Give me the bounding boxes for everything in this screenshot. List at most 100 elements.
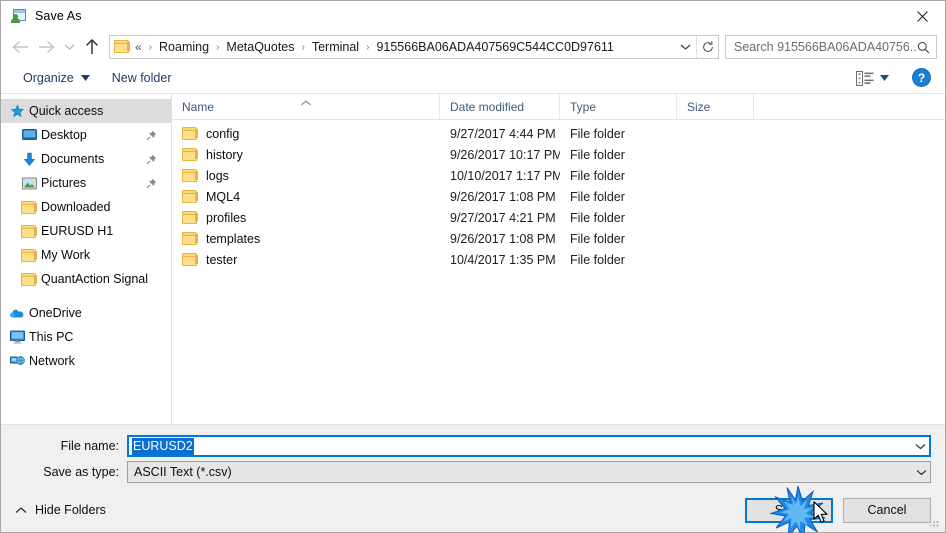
sidebar-item-label: Downloaded xyxy=(41,200,111,214)
table-row[interactable]: profiles 9/27/2017 4:21 PM File folder xyxy=(172,207,945,228)
breadcrumb-overflow[interactable]: « xyxy=(134,40,145,54)
breadcrumb-item-terminal[interactable]: Terminal xyxy=(309,40,362,54)
file-name-label: File name: xyxy=(60,439,119,453)
hide-folders-button[interactable]: Hide Folders xyxy=(11,499,110,521)
save-as-type-select[interactable]: ASCII Text (*.csv) xyxy=(127,461,931,483)
column-header-name[interactable]: Name xyxy=(172,94,440,120)
save-as-type-dropdown-button[interactable] xyxy=(913,462,930,482)
file-name-input[interactable]: EURUSD2 xyxy=(127,435,931,457)
folder-icon xyxy=(182,190,198,203)
star-pin-icon xyxy=(9,103,25,119)
column-header-type[interactable]: Type xyxy=(560,94,677,120)
file-type: File folder xyxy=(570,168,625,183)
save-as-app-icon xyxy=(11,8,27,24)
pictures-icon xyxy=(21,175,37,191)
breadcrumb-separator: › xyxy=(301,41,305,53)
sidebar-item-network[interactable]: Network xyxy=(1,349,171,373)
cancel-button[interactable]: Cancel xyxy=(843,497,931,523)
search-icon xyxy=(918,41,930,53)
sidebar-item-label: OneDrive xyxy=(29,306,82,320)
file-type: File folder xyxy=(570,126,625,141)
command-bar-right: ? xyxy=(852,66,945,90)
search-box[interactable]: Search 915566BA06ADA40756... xyxy=(725,35,937,59)
chevron-up-icon xyxy=(15,503,27,517)
up-button[interactable] xyxy=(79,34,105,60)
pin-icon xyxy=(146,130,157,141)
file-name: tester xyxy=(206,252,238,267)
sidebar-item-quantaction-signal[interactable]: QuantAction Signal xyxy=(1,267,171,291)
chevron-down-icon xyxy=(64,44,74,50)
new-folder-button[interactable]: New folder xyxy=(104,66,180,90)
table-row[interactable]: config 9/27/2017 4:44 PM File folder xyxy=(172,123,945,144)
folder-icon xyxy=(21,199,37,215)
refresh-button[interactable] xyxy=(696,36,718,58)
column-header-row: Name Date modified Type Size xyxy=(172,94,945,120)
help-glyph: ? xyxy=(918,71,925,85)
file-name: history xyxy=(206,147,243,162)
sidebar-item-pictures[interactable]: Pictures xyxy=(1,171,171,195)
sidebar-item-label: Network xyxy=(29,354,75,368)
sidebar-item-this-pc[interactable]: This PC xyxy=(1,325,171,349)
breadcrumb-item-metaquotes[interactable]: MetaQuotes xyxy=(223,40,297,54)
column-header-size[interactable]: Size xyxy=(677,94,754,120)
sidebar-item-downloaded[interactable]: Downloaded xyxy=(1,195,171,219)
table-row[interactable]: history 9/26/2017 10:17 PM File folder xyxy=(172,144,945,165)
table-row[interactable]: tester 10/4/2017 1:35 PM File folder xyxy=(172,249,945,270)
file-name-cell: tester xyxy=(172,253,440,267)
column-label: Type xyxy=(570,100,597,114)
sidebar-item-onedrive[interactable]: OneDrive xyxy=(1,301,171,325)
file-name: logs xyxy=(206,168,229,183)
file-date: 9/26/2017 10:17 PM xyxy=(450,147,560,162)
sidebar-item-my-work[interactable]: My Work xyxy=(1,243,171,267)
search-input[interactable]: Search 915566BA06ADA40756... xyxy=(734,40,917,54)
sidebar-item-desktop[interactable]: Desktop xyxy=(1,123,171,147)
save-as-type-row: Save as type: ASCII Text (*.csv) xyxy=(1,461,931,483)
breadcrumb-separator: › xyxy=(216,41,220,53)
sidebar-item-quick-access[interactable]: Quick access xyxy=(1,99,171,123)
file-name-dropdown-button[interactable] xyxy=(912,437,929,455)
hide-folders-label: Hide Folders xyxy=(35,503,106,517)
folder-icon xyxy=(182,148,198,161)
address-dropdown-button[interactable] xyxy=(674,36,696,58)
sidebar-item-documents[interactable]: Documents xyxy=(1,147,171,171)
change-view-button[interactable] xyxy=(852,66,893,90)
forward-button[interactable] xyxy=(33,34,59,60)
folder-icon xyxy=(21,223,37,239)
back-button[interactable] xyxy=(7,34,33,60)
table-row[interactable]: templates 9/26/2017 1:08 PM File folder xyxy=(172,228,945,249)
organize-button[interactable]: Organize xyxy=(15,66,98,90)
file-type: File folder xyxy=(570,252,625,267)
sidebar-item-label: EURUSD H1 xyxy=(41,224,114,238)
sidebar-item-eurusd-h1[interactable]: EURUSD H1 xyxy=(1,219,171,243)
sidebar-item-label: This PC xyxy=(29,330,74,344)
save-form: File name: EURUSD2 Save as type: ASCII T… xyxy=(1,424,945,488)
help-button[interactable]: ? xyxy=(911,67,933,89)
arrow-left-icon xyxy=(11,40,28,54)
breadcrumb-item-roaming[interactable]: Roaming xyxy=(156,40,212,54)
resize-grip-icon[interactable] xyxy=(928,516,941,529)
table-row[interactable]: logs 10/10/2017 1:17 PM File folder xyxy=(172,165,945,186)
column-label: Size xyxy=(687,100,711,114)
documents-download-icon xyxy=(21,151,37,167)
desktop-icon xyxy=(21,127,37,143)
folder-icon xyxy=(182,232,198,245)
address-bar[interactable]: « › Roaming › MetaQuotes › Terminal › 91… xyxy=(109,35,719,59)
command-bar: Organize New folder ? xyxy=(1,63,945,94)
chevron-down-icon xyxy=(680,44,690,50)
close-button[interactable] xyxy=(899,1,945,31)
breadcrumb-item-guid[interactable]: 915566BA06ADA407569C544CC0D97611 xyxy=(373,40,616,54)
folder-icon xyxy=(21,271,37,287)
file-date: 9/27/2017 4:21 PM xyxy=(450,210,556,225)
cloud-icon xyxy=(9,305,25,321)
save-button[interactable]: Save xyxy=(745,497,833,523)
folder-icon xyxy=(182,211,198,224)
file-name-cell: history xyxy=(172,148,440,162)
refresh-icon xyxy=(702,41,713,52)
recent-locations-button[interactable] xyxy=(59,34,79,60)
file-name-cell: templates xyxy=(172,232,440,246)
footer-buttons: Save Cancel xyxy=(745,497,931,523)
table-row[interactable]: MQL4 9/26/2017 1:08 PM File folder xyxy=(172,186,945,207)
triangle-down-icon xyxy=(880,75,889,81)
column-header-date-modified[interactable]: Date modified xyxy=(440,94,560,120)
organize-label: Organize xyxy=(23,71,74,85)
